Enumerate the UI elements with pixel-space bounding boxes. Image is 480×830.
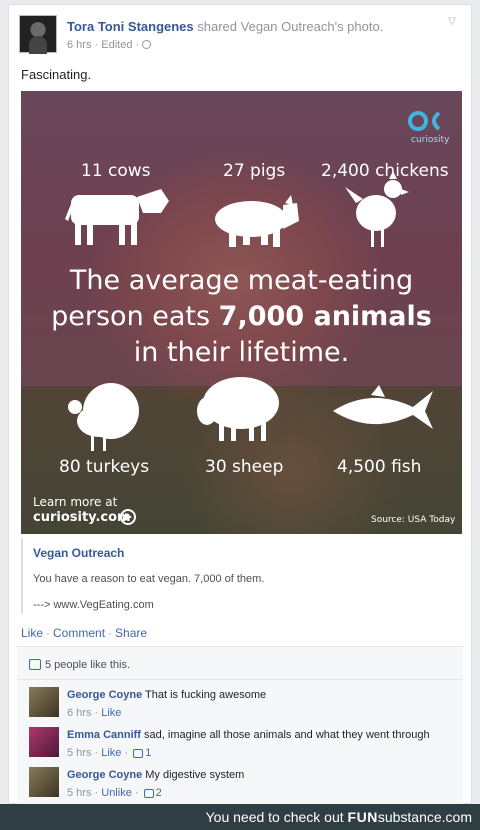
thumbs-up-icon <box>29 659 41 670</box>
comment-item: George Coyne That is fucking awesome 6 h… <box>29 687 459 721</box>
post-time-link[interactable]: 6 hrs <box>67 39 91 51</box>
headline-emphasis: 7,000 animals <box>218 301 432 332</box>
thumbs-up-icon <box>143 789 154 798</box>
comment-body: Emma Canniff sad, imagine all those anim… <box>67 729 430 741</box>
attachment-link[interactable]: ---> www.VegEating.com <box>33 599 154 611</box>
footer-brand-fun: FUN <box>347 809 378 825</box>
edited-link[interactable]: Edited <box>101 39 132 51</box>
comment-item: Emma Canniff sad, imagine all those anim… <box>29 727 459 761</box>
commenter-avatar[interactable] <box>29 767 59 797</box>
likes-summary-text: 5 people like this. <box>45 659 130 671</box>
comment-time[interactable]: 6 hrs <box>67 707 91 719</box>
curiosity-logo-icon <box>408 111 441 131</box>
turkey-icon <box>68 383 139 451</box>
comment-like-count[interactable]: 1 <box>145 747 151 759</box>
comment-item: George Coyne My digestive system 5 hrs ·… <box>29 767 459 801</box>
headline-line3: in their lifetime. <box>133 337 350 368</box>
link-attachment[interactable]: Vegan Outreach You have a reason to eat … <box>21 538 462 614</box>
chickens-count: 2,400 chickens <box>321 161 449 181</box>
footer-lead: You need to check out <box>205 809 348 825</box>
likes-summary[interactable]: 5 people like this. <box>29 659 130 671</box>
comment-unlike-link[interactable]: Unlike <box>101 787 132 799</box>
post-meta: 6 hrs · Edited · <box>67 39 152 51</box>
comment-like-link[interactable]: Like <box>101 747 121 759</box>
commenter-avatar[interactable] <box>29 727 59 757</box>
learn-more-text: Learn more at <box>33 495 118 509</box>
globe-icon <box>142 40 152 49</box>
comment-text: sad, imagine all those animals and what … <box>144 729 430 741</box>
headline-line1: The average meat-eating <box>69 265 414 296</box>
pigs-count: 27 pigs <box>223 161 286 181</box>
chicken-icon <box>345 171 409 247</box>
sheep-count: 30 sheep <box>205 457 284 477</box>
commenter-name[interactable]: George Coyne <box>67 689 142 701</box>
comment-body: George Coyne My digestive system <box>67 769 244 781</box>
footer-brand-substance: substance <box>377 809 442 825</box>
cow-icon <box>65 189 169 245</box>
comments-section: 5 people like this. George Coyne That is… <box>17 646 463 804</box>
commenter-avatar[interactable] <box>29 687 59 717</box>
footer-text: You need to check out FUNsubstance.com <box>206 809 472 825</box>
footer-brand-tld: .com <box>441 809 472 825</box>
post-card: Tora Toni Stangenes shared Vegan Outreac… <box>8 4 472 804</box>
post-actions: Like · Comment · Share <box>21 626 148 640</box>
pig-icon <box>215 195 299 247</box>
post-photo[interactable]: 11 cows 27 pigs 2,400 chickens The avera… <box>21 91 462 534</box>
comment-text: That is fucking awesome <box>145 689 267 701</box>
share-action[interactable]: Share <box>115 626 147 640</box>
attachment-title[interactable]: Vegan Outreach <box>33 546 124 560</box>
comment-body: George Coyne That is fucking awesome <box>67 689 266 701</box>
logo-text: curiosity <box>411 135 450 145</box>
fish-icon <box>333 385 433 429</box>
thumbs-up-icon <box>133 749 144 758</box>
commenter-name[interactable]: George Coyne <box>67 769 142 781</box>
source-text: Source: USA Today <box>371 515 456 525</box>
post-header: Tora Toni Stangenes shared Vegan Outreac… <box>19 15 461 57</box>
divider <box>17 679 463 680</box>
comment-meta: 5 hrs · Unlike · 2 <box>67 787 162 799</box>
comment-action[interactable]: Comment <box>53 626 105 640</box>
like-action[interactable]: Like <box>21 626 43 640</box>
comment-text: My digestive system <box>145 769 245 781</box>
post-headline: Tora Toni Stangenes shared Vegan Outreac… <box>67 19 383 34</box>
author-name-link[interactable]: Tora Toni Stangenes <box>67 19 194 34</box>
sheep-icon <box>197 377 279 441</box>
comment-time[interactable]: 5 hrs <box>67 787 91 799</box>
headline-line2: person eats 7,000 animals <box>21 299 462 335</box>
headline-line2-start: person eats <box>51 301 219 332</box>
attachment-description: You have a reason to eat vegan. 7,000 of… <box>33 573 265 585</box>
fish-count: 4,500 fish <box>337 457 422 477</box>
comment-like-link[interactable]: Like <box>101 707 121 719</box>
comment-time[interactable]: 5 hrs <box>67 747 91 759</box>
shared-text: shared Vegan Outreach's photo. <box>193 19 384 34</box>
comment-meta: 5 hrs · Like · 1 <box>67 747 152 759</box>
turkeys-count: 80 turkeys <box>59 457 150 477</box>
author-avatar[interactable] <box>19 15 57 54</box>
commenter-name[interactable]: Emma Canniff <box>67 729 141 741</box>
learn-more-url: curiosity.com <box>33 510 131 525</box>
cows-count: 11 cows <box>81 161 151 181</box>
watermark-footer: You need to check out FUNsubstance.com <box>0 804 480 830</box>
status-text: Fascinating. <box>21 67 92 82</box>
comment-like-count[interactable]: 2 <box>156 787 162 799</box>
comment-meta: 6 hrs · Like <box>67 707 122 719</box>
chevron-down-icon[interactable]: ▽ <box>445 15 459 29</box>
